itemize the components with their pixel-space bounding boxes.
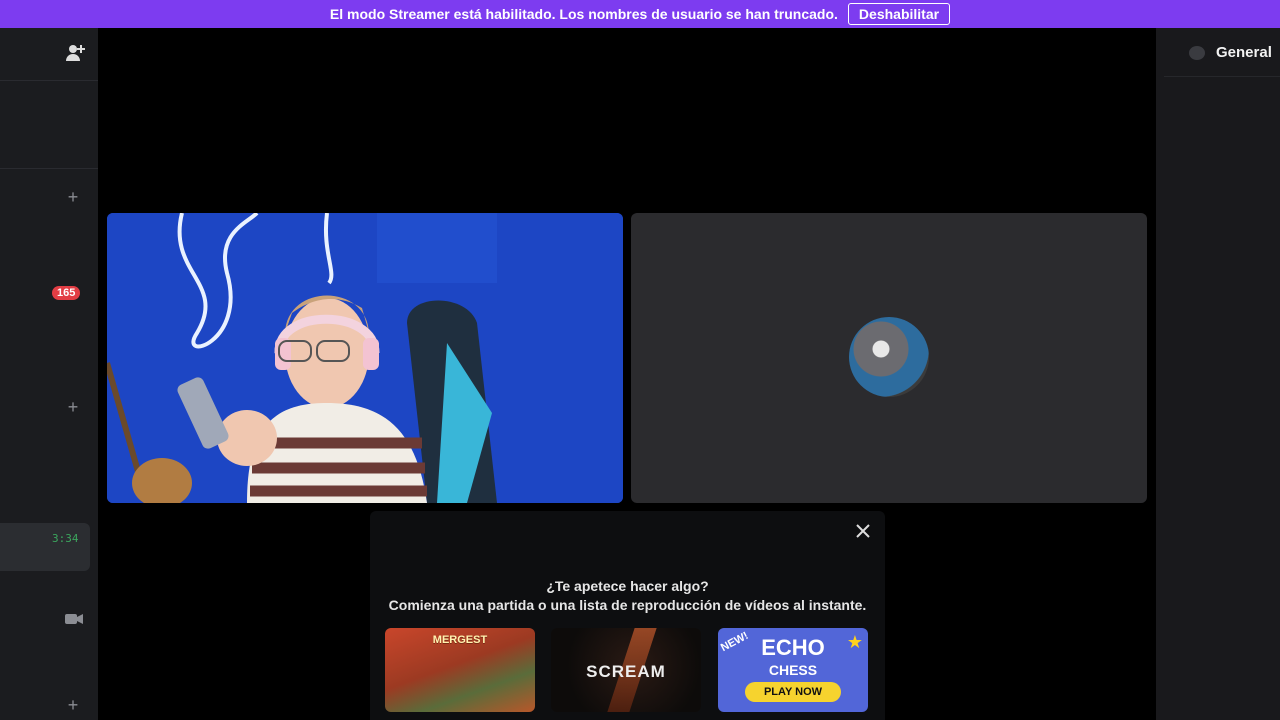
call-timer: 3:34	[52, 532, 79, 545]
add-channel-plus-icon[interactable]: +	[64, 696, 82, 714]
chat-bubble-icon	[1189, 46, 1205, 60]
card-subtitle: CHESS	[768, 662, 818, 678]
activity-card-echo-chess[interactable]: NEW! ★ ECHO CHESS PLAY NOW	[718, 628, 868, 712]
webcam-feed-illustration	[107, 213, 623, 503]
card-title: MERGEST	[432, 634, 488, 646]
card-title: ECHO	[761, 635, 825, 660]
camera-icon[interactable]	[65, 612, 83, 626]
banner-message: El modo Streamer está habilitado. Los no…	[329, 6, 838, 22]
activity-suggestion-panel: ¿Te apetece hacer algo? Comienza una par…	[370, 511, 885, 720]
activity-card-scream[interactable]: SCREAM	[551, 628, 701, 712]
disable-streamer-mode-button[interactable]: Deshabilitar	[847, 3, 951, 25]
activity-cards: MERGEST SCREAM NEW! ★ ECHO CHESS PLAY NO…	[385, 628, 870, 712]
chat-channel-name: General	[1216, 44, 1272, 61]
user-avatar[interactable]	[849, 317, 929, 397]
camera-video-tile[interactable]	[107, 213, 623, 503]
voice-channel-row[interactable]: 3:34	[0, 523, 90, 571]
activity-card-mergest[interactable]: MERGEST	[385, 628, 535, 712]
chat-header[interactable]: General	[1164, 28, 1280, 77]
chat-sidebar: General	[1156, 28, 1280, 720]
activity-question: ¿Te apetece hacer algo?	[546, 578, 709, 594]
activity-subtitle: Comienza una partida o una lista de repr…	[388, 597, 867, 613]
divider	[0, 168, 98, 169]
streamer-mode-banner: El modo Streamer está habilitado. Los no…	[0, 0, 1280, 28]
add-user-icon[interactable]	[64, 42, 86, 64]
avatar-video-tile[interactable]	[631, 213, 1147, 503]
add-channel-plus-icon[interactable]: +	[64, 398, 82, 416]
voice-stage: ¿Te apetece hacer algo? Comienza una par…	[98, 28, 1156, 720]
add-channel-plus-icon[interactable]: +	[64, 188, 82, 206]
close-icon[interactable]	[853, 521, 873, 541]
play-now-button[interactable]: PLAY NOW	[745, 682, 841, 702]
divider	[0, 80, 98, 81]
channel-sidebar: + 165 + 3:34 +	[0, 28, 98, 720]
card-title: SCREAM	[586, 662, 666, 681]
unread-badge: 165	[52, 286, 81, 300]
